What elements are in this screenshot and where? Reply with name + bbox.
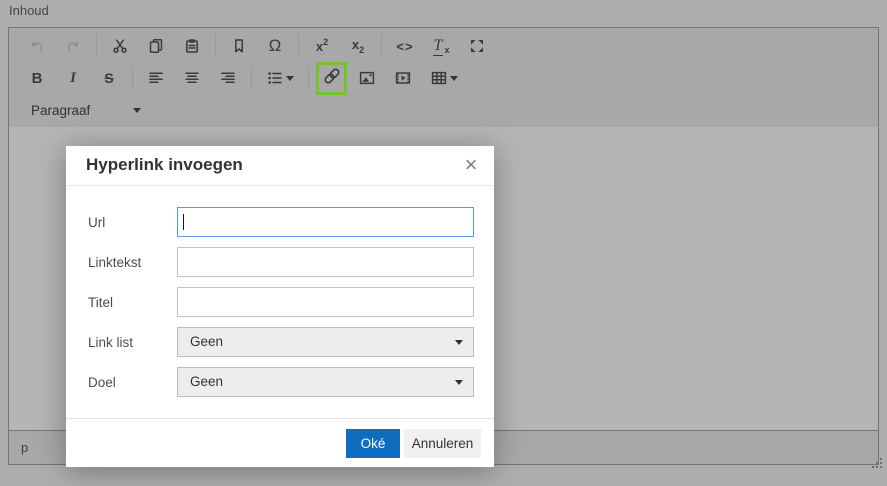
format-select[interactable]: Paragraaf <box>31 95 141 125</box>
source-code-button[interactable]: <> <box>387 33 423 59</box>
chevron-down-icon <box>133 107 141 113</box>
element-path[interactable]: p <box>21 431 28 464</box>
linktext-input[interactable] <box>177 247 474 277</box>
link-list-field-row: Link list Geen <box>88 327 474 357</box>
align-center-icon <box>183 69 201 87</box>
insert-image-button[interactable] <box>349 65 385 91</box>
bullet-list-icon <box>266 69 284 87</box>
toolbar-separator <box>132 66 133 90</box>
align-left-button[interactable] <box>138 65 174 91</box>
chevron-down-icon <box>455 340 463 345</box>
cut-button[interactable] <box>102 33 138 59</box>
redo-button[interactable] <box>55 33 91 59</box>
table-button[interactable] <box>421 65 467 91</box>
bullet-list-button[interactable] <box>257 65 303 91</box>
linktext-field-row: Linktekst <box>88 247 474 277</box>
superscript-button[interactable]: x2 <box>304 33 340 59</box>
cancel-button[interactable]: Annuleren <box>404 429 481 458</box>
table-icon <box>430 69 448 87</box>
anchor-button[interactable] <box>221 33 257 59</box>
close-icon[interactable]: × <box>458 150 484 180</box>
editor-toolbar: Ω x2 x2 <> T x B I S Paragraaf <box>9 28 878 129</box>
bookmark-icon <box>230 37 248 55</box>
insert-link-button[interactable] <box>316 61 347 95</box>
paste-button[interactable] <box>174 33 210 59</box>
dialog-footer: Oké Annuleren <box>66 418 494 467</box>
align-right-icon <box>219 69 237 87</box>
insert-media-button[interactable] <box>385 65 421 91</box>
content-field-label: Inhoud <box>9 3 49 18</box>
link-list-label: Link list <box>88 335 134 350</box>
target-select-value: Geen <box>190 374 224 389</box>
superscript-icon: x2 <box>315 36 329 54</box>
omega-icon: Ω <box>268 36 282 55</box>
chevron-down-icon <box>450 75 458 81</box>
toolbar-separator <box>298 34 299 58</box>
special-character-button[interactable]: Ω <box>257 33 293 59</box>
clear-formatting-icon: Tx <box>432 36 450 56</box>
toolbar-row-2: B I S <box>9 61 878 95</box>
link-list-select[interactable]: Geen <box>177 327 474 357</box>
link-icon <box>322 66 342 91</box>
target-field-row: Doel Geen <box>88 367 474 397</box>
toolbar-separator <box>381 34 382 58</box>
toolbar-separator <box>96 34 97 58</box>
chevron-down-icon <box>286 75 294 81</box>
italic-button[interactable]: I <box>55 65 91 91</box>
subscript-button[interactable]: x2 <box>340 33 376 59</box>
toolbar-row-1: Ω x2 x2 <> T x <box>9 30 878 62</box>
target-label: Doel <box>88 375 116 390</box>
italic-icon: I <box>70 69 76 86</box>
media-icon <box>394 69 412 87</box>
bold-button[interactable]: B <box>19 65 55 91</box>
redo-icon <box>64 37 82 55</box>
fullscreen-button[interactable] <box>459 33 495 59</box>
align-left-icon <box>147 69 165 87</box>
subscript-icon: x2 <box>351 37 365 55</box>
format-select-value: Paragraaf <box>31 102 91 118</box>
title-input[interactable] <box>177 287 474 317</box>
fullscreen-icon <box>468 37 486 55</box>
page: Inhoud Ω x 2 x 2 <> T x B I S Paragraaf … <box>0 0 887 486</box>
toolbar-separator <box>251 66 252 90</box>
copy-icon <box>147 37 165 55</box>
copy-button[interactable] <box>138 33 174 59</box>
chevron-down-icon <box>455 380 463 385</box>
strikethrough-button[interactable]: S <box>91 65 127 91</box>
title-label: Titel <box>88 295 114 310</box>
title-field-row: Titel <box>88 287 474 317</box>
clear-formatting-button[interactable]: Tx <box>423 33 459 59</box>
scissors-icon <box>111 37 129 55</box>
link-list-select-value: Geen <box>190 334 224 349</box>
insert-link-dialog: Hyperlink invoegen × Url Linktekst Titel… <box>66 146 494 467</box>
undo-button[interactable] <box>19 33 55 59</box>
bold-icon: B <box>31 69 43 87</box>
text-cursor <box>183 214 184 230</box>
image-icon <box>358 69 376 87</box>
toolbar-separator <box>215 34 216 58</box>
dialog-header: Hyperlink invoegen × <box>66 146 494 186</box>
ok-button[interactable]: Oké <box>346 429 400 458</box>
target-select[interactable]: Geen <box>177 367 474 397</box>
strikethrough-icon: S <box>104 70 114 86</box>
code-icon: <> <box>396 38 414 54</box>
align-right-button[interactable] <box>210 65 246 91</box>
undo-icon <box>28 37 46 55</box>
url-input[interactable] <box>177 207 474 237</box>
url-field-row: Url <box>88 207 474 237</box>
align-center-button[interactable] <box>174 65 210 91</box>
resize-handle-icon[interactable] <box>872 458 874 460</box>
linktext-label: Linktekst <box>88 255 142 270</box>
dialog-title: Hyperlink invoegen <box>86 155 243 174</box>
toolbar-row-3: Paragraaf <box>9 94 878 126</box>
toolbar-separator <box>308 66 309 90</box>
paste-icon <box>183 37 201 55</box>
url-label: Url <box>88 215 106 230</box>
